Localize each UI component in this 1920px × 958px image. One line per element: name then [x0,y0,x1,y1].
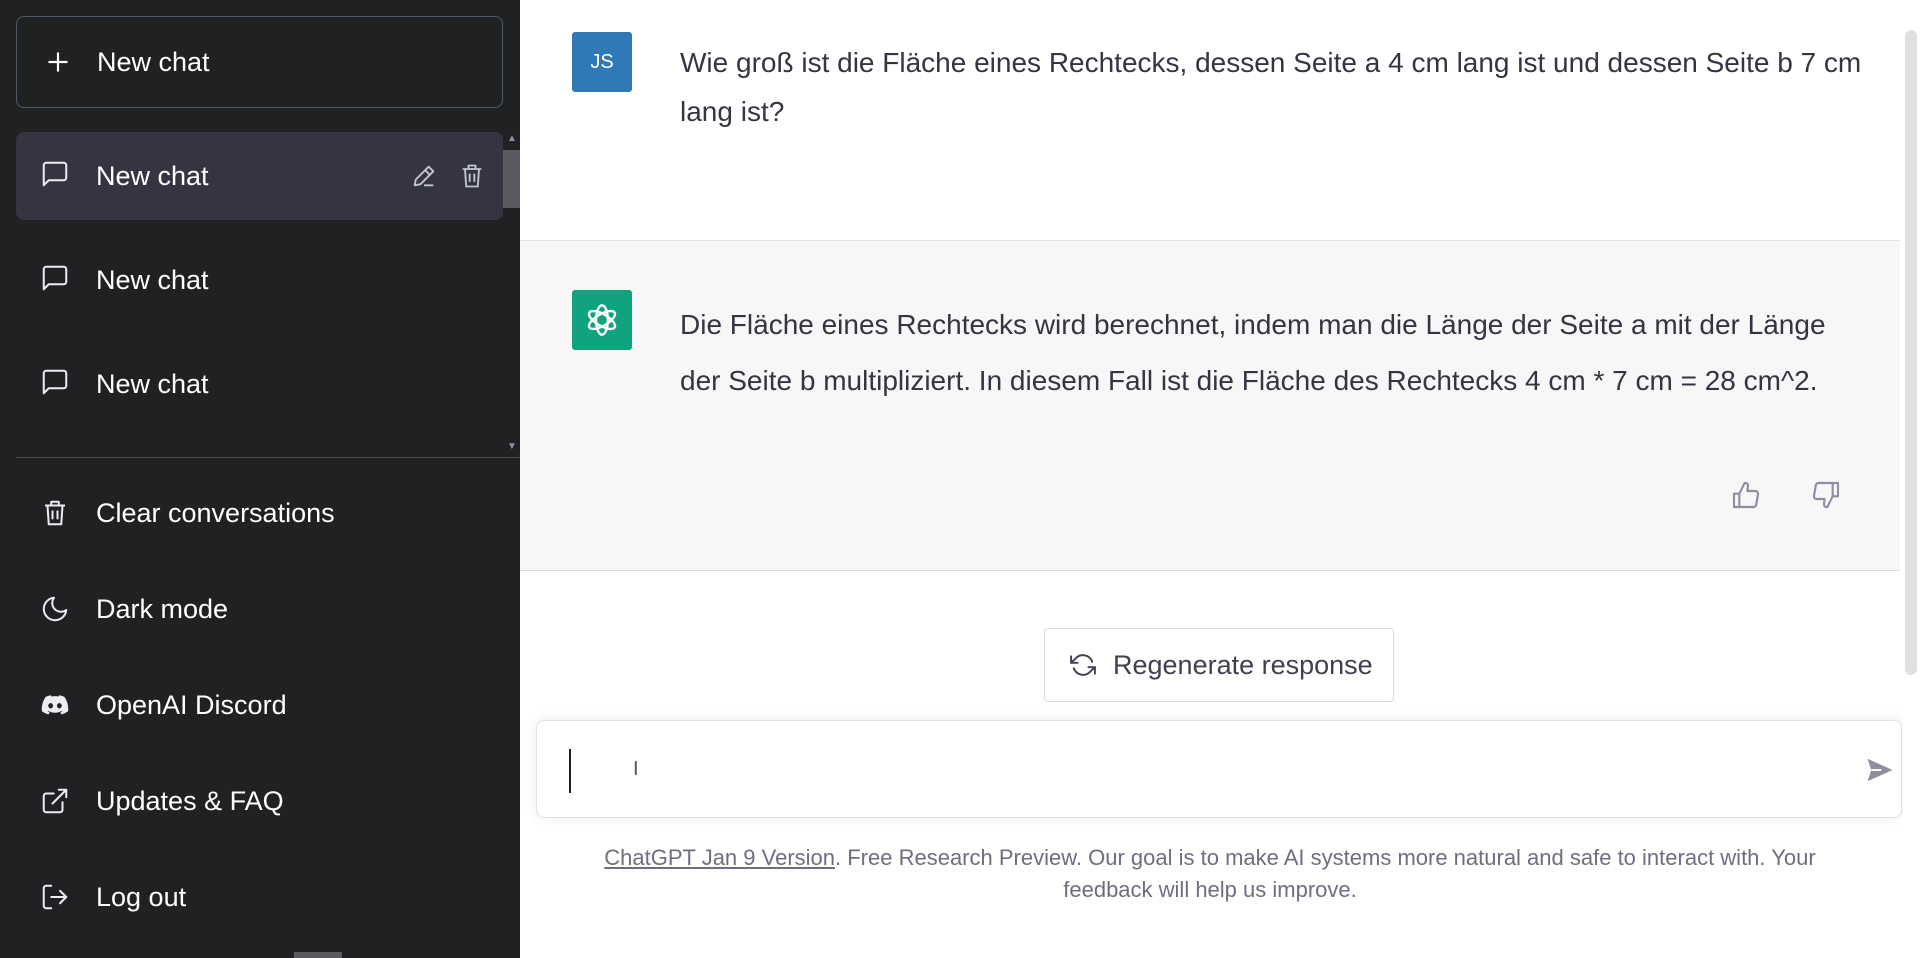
external-link-icon [40,786,70,816]
updates-faq-link[interactable]: Updates & FAQ [16,761,503,841]
chat-item-actions [409,132,487,220]
send-icon [1867,758,1893,782]
dark-mode-button[interactable]: Dark mode [16,569,503,649]
chat-history-item[interactable]: New chat [16,132,503,220]
logout-icon [40,882,70,912]
main-scrollbar-thumb[interactable] [1905,30,1917,675]
dark-mode-label: Dark mode [96,593,229,624]
openai-logo-icon [572,290,632,350]
chat-history-item-label: New chat [96,368,209,399]
sidebar-scrollbar-thumb[interactable] [503,150,520,208]
message-icon [40,159,70,194]
message-icon [40,367,70,402]
sidebar-bottom-scroll-indicator [294,952,342,958]
openai-discord-label: OpenAI Discord [96,689,287,720]
pencil-icon[interactable] [409,161,439,191]
chat-history: New chat New chat New chat [0,128,520,454]
version-link[interactable]: ChatGPT Jan 9 Version [604,845,835,870]
trash-icon[interactable] [457,161,487,191]
send-button[interactable] [1863,753,1897,787]
discord-icon [40,690,70,720]
new-chat-button[interactable]: New chat [16,16,503,108]
sidebar-divider [16,457,520,458]
sidebar: New chat New chat New chat New chat ▲ ▼ … [0,0,520,958]
thumbs-down-icon[interactable] [1808,477,1844,513]
new-chat-label: New chat [97,46,210,77]
assistant-message-text: Die Fläche eines Rechtecks wird berechne… [680,309,1826,396]
message-icon [40,263,70,298]
log-out-label: Log out [96,881,187,912]
scroll-down-icon[interactable]: ▼ [506,442,518,452]
chat-history-item[interactable]: New chat [16,340,503,428]
message-input[interactable] [537,721,1901,817]
clear-conversations-button[interactable]: Clear conversations [16,473,503,553]
updates-faq-label: Updates & FAQ [96,785,284,816]
scroll-up-icon[interactable]: ▲ [506,134,518,144]
refresh-icon [1069,651,1097,679]
plus-icon [43,47,73,77]
chat-history-item[interactable]: New chat [16,236,503,324]
text-caret [569,749,571,793]
message-input-box[interactable]: I [536,720,1902,818]
mouse-cursor-icon: I [633,758,639,780]
openai-discord-link[interactable]: OpenAI Discord [16,665,503,745]
user-avatar: JS [572,32,632,92]
log-out-button[interactable]: Log out [16,857,503,937]
regenerate-response-label: Regenerate response [1113,649,1373,680]
clear-conversations-label: Clear conversations [96,497,335,528]
assistant-message: Die Fläche eines Rechtecks wird berechne… [520,241,1900,571]
trash-icon [40,498,70,528]
chat-history-item-label: New chat [96,264,209,295]
chat-history-item-label: New chat [96,160,209,191]
thumbs-up-icon[interactable] [1728,477,1764,513]
moon-icon [40,594,70,624]
user-message-text: Wie groß ist die Fläche eines Rechtecks,… [680,47,1862,127]
chat-main: JS Wie groß ist die Fläche eines Rechtec… [520,0,1902,958]
regenerate-response-button[interactable]: Regenerate response [1044,628,1394,702]
footer-disclaimer: ChatGPT Jan 9 Version. Free Research Pre… [560,842,1860,906]
footer-text: . Free Research Preview. Our goal is to … [835,845,1816,902]
user-message: JS Wie groß ist die Fläche eines Rechtec… [520,0,1900,241]
